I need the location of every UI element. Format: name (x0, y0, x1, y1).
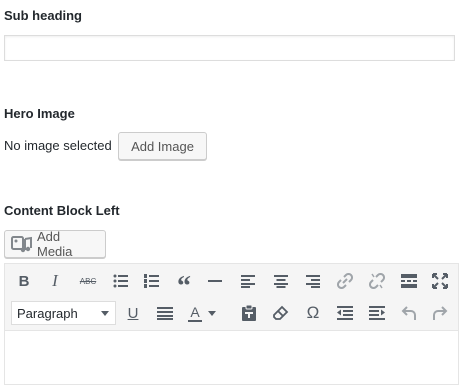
clipboard-icon (242, 305, 256, 321)
editor-toolbar: B I ABC “ Paragraph U A Ω (5, 264, 458, 331)
decrease-indent-button[interactable] (333, 301, 357, 325)
remove-link-button[interactable] (365, 269, 389, 293)
bold-icon: B (18, 272, 30, 290)
indent-icon (369, 306, 385, 320)
sub-heading-label: Sub heading (4, 8, 82, 23)
add-media-button[interactable]: Add Media (4, 229, 106, 259)
text-color-button[interactable]: A (185, 301, 225, 325)
read-more-icon (401, 274, 417, 288)
eraser-icon (273, 305, 289, 320)
underline-icon: U (127, 304, 139, 322)
read-more-button[interactable] (397, 269, 421, 293)
no-image-status: No image selected (4, 138, 112, 153)
numbered-list-icon (144, 274, 159, 288)
chevron-down-icon (101, 311, 109, 316)
undo-icon (401, 306, 416, 320)
special-character-button[interactable]: Ω (301, 301, 325, 325)
strikethrough-button[interactable]: ABC (76, 269, 100, 293)
paste-as-text-button[interactable] (237, 301, 261, 325)
horizontal-line-icon (208, 280, 222, 282)
fullscreen-button[interactable] (428, 269, 452, 293)
omega-icon: Ω (306, 303, 320, 322)
align-center-button[interactable] (269, 269, 293, 293)
numbered-list-button[interactable] (140, 269, 164, 293)
bulleted-list-button[interactable] (109, 269, 133, 293)
paragraph-format-select[interactable]: Paragraph (11, 301, 116, 325)
italic-icon: I (52, 271, 58, 290)
content-editor: B I ABC “ Paragraph U A Ω (4, 263, 459, 385)
align-left-icon (241, 275, 255, 288)
clear-formatting-button[interactable] (269, 301, 293, 325)
italic-button[interactable]: I (43, 269, 67, 293)
increase-indent-button[interactable] (365, 301, 389, 325)
insert-link-button[interactable] (333, 269, 357, 293)
horizontal-line-button[interactable] (203, 269, 227, 293)
add-image-button[interactable]: Add Image (118, 132, 207, 160)
justify-button[interactable] (153, 301, 177, 325)
sub-heading-input[interactable] (4, 35, 455, 61)
blockquote-button[interactable]: “ (172, 270, 196, 301)
justify-icon (157, 307, 173, 320)
text-color-icon: A (188, 305, 202, 322)
editor-content-area[interactable] (5, 331, 458, 384)
outdent-icon (337, 306, 353, 320)
align-center-icon (274, 275, 288, 288)
text-color-caret-icon (208, 310, 216, 316)
hero-image-label: Hero Image (4, 106, 75, 121)
link-icon (337, 273, 353, 289)
undo-button[interactable] (397, 301, 421, 325)
align-right-button[interactable] (301, 269, 325, 293)
add-media-label: Add Media (37, 229, 73, 259)
align-right-icon (306, 275, 320, 288)
content-block-left-label: Content Block Left (4, 203, 120, 218)
format-select-value: Paragraph (17, 305, 78, 321)
underline-button[interactable]: U (121, 301, 145, 325)
redo-icon (433, 306, 448, 320)
align-left-button[interactable] (236, 269, 260, 293)
bold-button[interactable]: B (12, 269, 36, 293)
blockquote-icon: “ (177, 271, 191, 302)
redo-button[interactable] (428, 301, 452, 325)
fullscreen-icon (432, 273, 448, 289)
add-media-icon (11, 235, 33, 253)
bulleted-list-icon (113, 274, 128, 288)
strikethrough-icon: ABC (79, 276, 97, 286)
unlink-icon (369, 273, 385, 289)
